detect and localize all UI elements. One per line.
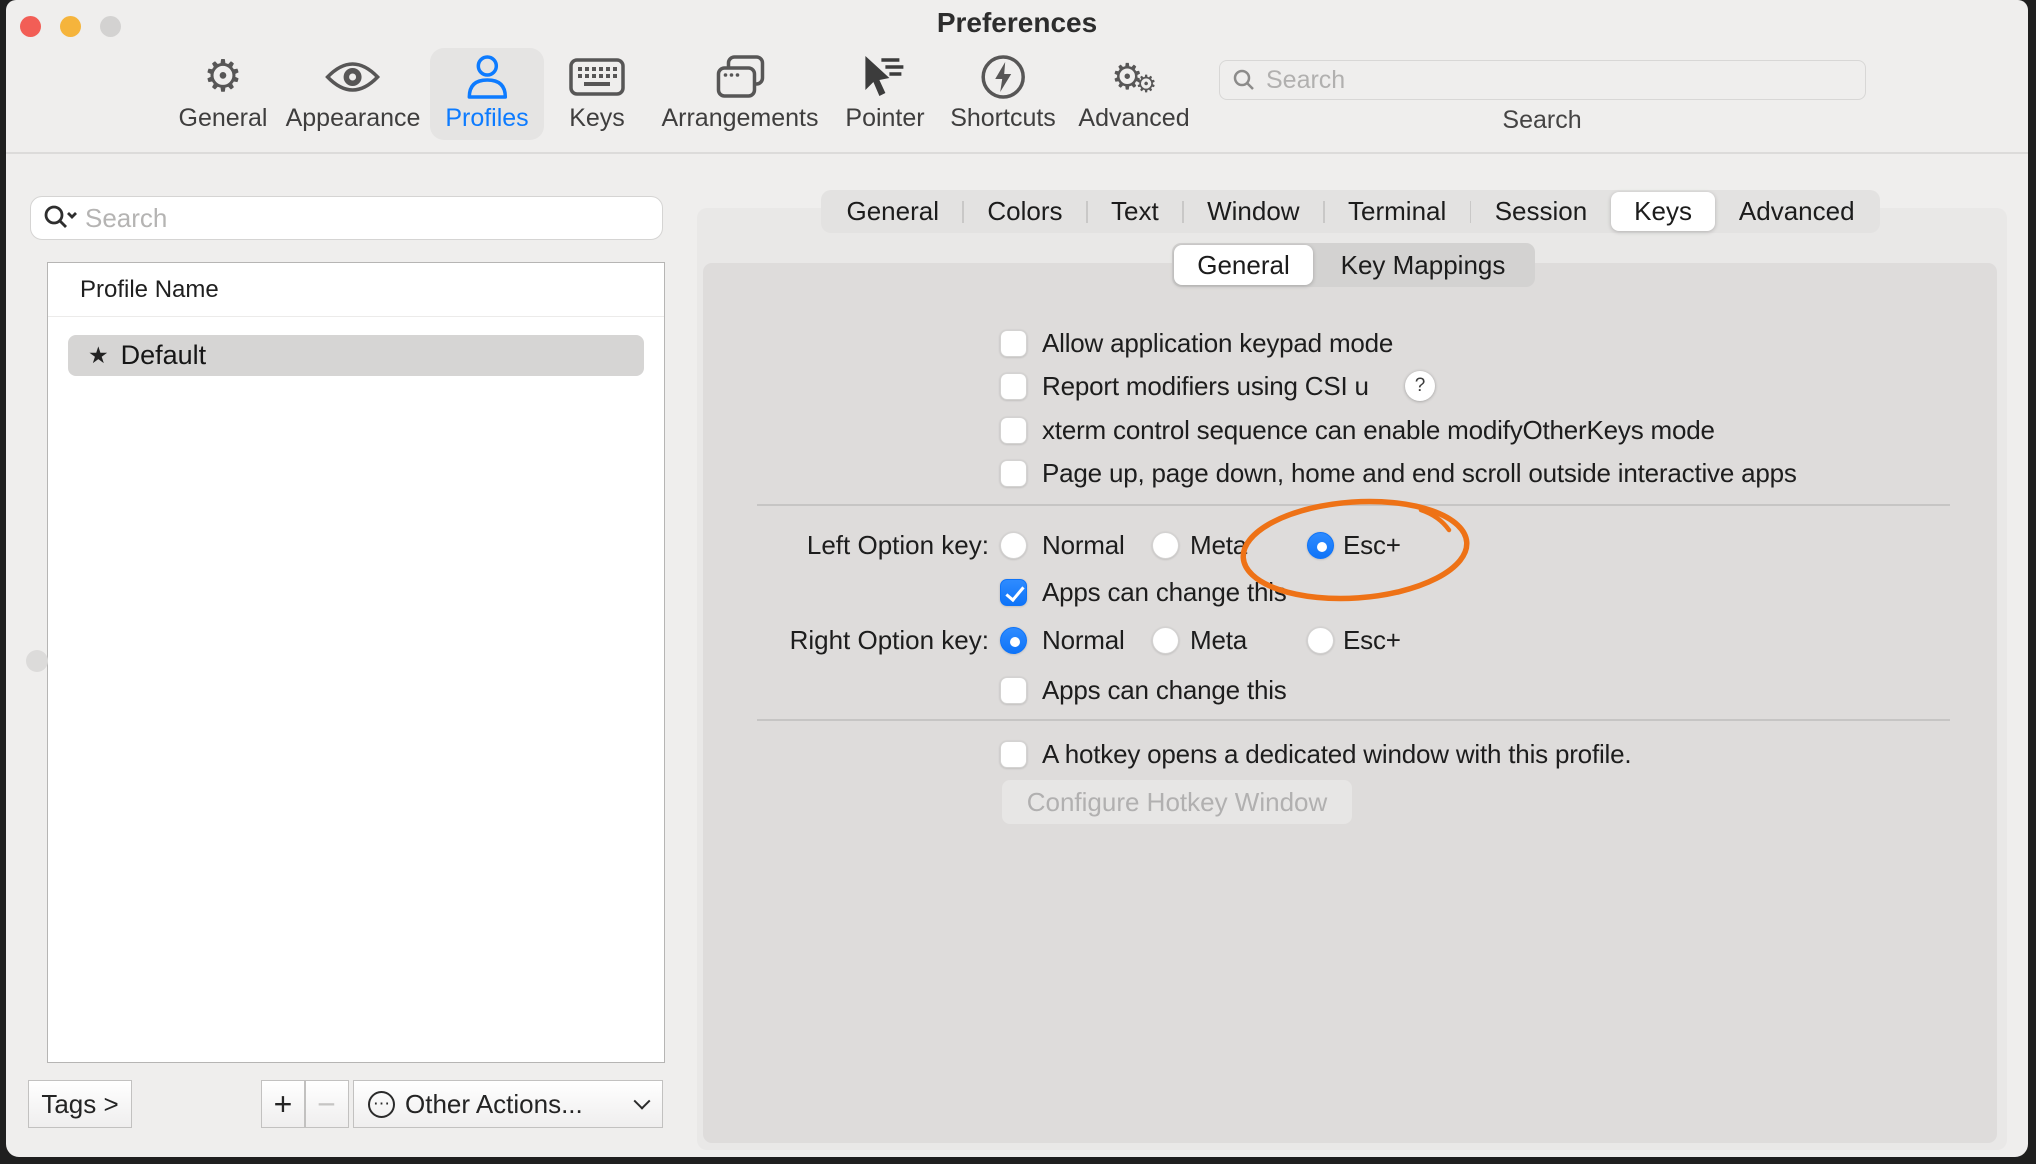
- profile-search-input[interactable]: [85, 203, 650, 234]
- divider: [757, 504, 1950, 506]
- toolbar-search-label: Search: [1502, 106, 1581, 135]
- checkbox-left-apps-change[interactable]: [1000, 579, 1027, 606]
- toolbar-item-appearance[interactable]: Appearance: [286, 50, 421, 138]
- label-modify-other-keys: xterm control sequence can enable modify…: [1042, 414, 1715, 446]
- tab-keys[interactable]: Keys: [1611, 192, 1716, 231]
- label-right-meta: Meta: [1190, 624, 1247, 656]
- keys-subtabs: General Key Mappings: [1172, 243, 1535, 287]
- radio-left-meta[interactable]: [1152, 532, 1179, 559]
- gear-icon: ⚙: [179, 50, 268, 104]
- left-option-label: Left Option key:: [706, 529, 989, 561]
- remove-profile-button[interactable]: −: [305, 1080, 349, 1128]
- search-icon: [1232, 68, 1256, 92]
- tab-advanced[interactable]: Advanced: [1715, 192, 1878, 231]
- toolbar-search[interactable]: [1219, 60, 1866, 100]
- toolbar-item-shortcuts[interactable]: Shortcuts: [950, 50, 1056, 138]
- divider: [757, 719, 1950, 721]
- checkbox-scroll-outside-apps[interactable]: [1000, 460, 1027, 487]
- profile-list: Profile Name ★ Default: [47, 262, 665, 1063]
- add-profile-button[interactable]: +: [261, 1080, 305, 1128]
- tab-terminal[interactable]: Terminal: [1325, 192, 1470, 231]
- toolbar-item-pointer[interactable]: Pointer: [845, 50, 924, 138]
- other-actions-dropdown[interactable]: ⋯ Other Actions...: [353, 1080, 663, 1128]
- tab-colors[interactable]: Colors: [964, 192, 1086, 231]
- eye-icon: [286, 50, 421, 104]
- profile-row-default[interactable]: ★ Default: [68, 335, 644, 376]
- checkbox-right-apps-change[interactable]: [1000, 677, 1027, 704]
- label-keypad-mode: Allow application keypad mode: [1042, 327, 1393, 359]
- label-right-normal: Normal: [1042, 624, 1125, 656]
- toolbar-search-input[interactable]: [1266, 66, 1853, 95]
- right-option-label: Right Option key:: [706, 624, 989, 656]
- label-left-apps-change: Apps can change this: [1042, 576, 1287, 608]
- ellipsis-circle-icon: ⋯: [368, 1091, 395, 1118]
- label-left-meta: Meta: [1190, 529, 1247, 561]
- chevron-down-icon: [634, 1093, 651, 1110]
- toolbar-item-profiles[interactable]: Profiles: [445, 50, 528, 138]
- toolbar-item-keys[interactable]: Keys: [568, 50, 626, 138]
- help-button[interactable]: ?: [1405, 371, 1435, 401]
- toolbar-item-general[interactable]: ⚙ General: [179, 50, 268, 138]
- toolbar-divider: [6, 152, 2028, 154]
- label-left-normal: Normal: [1042, 529, 1125, 561]
- checkbox-modify-other-keys[interactable]: [1000, 417, 1027, 444]
- windows-icon: [661, 50, 818, 104]
- search-filter-icon: [43, 204, 77, 232]
- toolbar-item-advanced[interactable]: ⚙⚙ Advanced: [1078, 50, 1189, 138]
- checkbox-keypad-mode[interactable]: [1000, 330, 1027, 357]
- profile-tabbar: General Colors Text Window Terminal Sess…: [821, 190, 1880, 233]
- toolbar-item-arrangements[interactable]: Arrangements: [661, 50, 818, 138]
- cursor-icon: [845, 50, 924, 104]
- label-csi-u: Report modifiers using CSI u: [1042, 370, 1369, 402]
- page-title: Preferences: [6, 7, 2028, 39]
- tab-text[interactable]: Text: [1088, 192, 1183, 231]
- profile-list-header: Profile Name: [48, 263, 664, 317]
- label-right-esc: Esc+: [1343, 624, 1401, 656]
- checkbox-hotkey-window[interactable]: [1000, 741, 1027, 768]
- profile-name: Default: [121, 340, 207, 371]
- tab-general[interactable]: General: [823, 192, 962, 231]
- radio-left-esc[interactable]: [1307, 532, 1334, 559]
- label-right-apps-change: Apps can change this: [1042, 674, 1287, 706]
- profile-search[interactable]: [30, 196, 663, 240]
- tab-window[interactable]: Window: [1184, 192, 1323, 231]
- keyboard-icon: [568, 50, 626, 104]
- splitter-handle[interactable]: [26, 650, 48, 672]
- label-scroll-outside-apps: Page up, page down, home and end scroll …: [1042, 457, 1797, 489]
- radio-right-meta[interactable]: [1152, 627, 1179, 654]
- subtab-key-mappings[interactable]: Key Mappings: [1313, 245, 1533, 285]
- person-icon: [445, 50, 528, 104]
- configure-hotkey-button[interactable]: Configure Hotkey Window: [1002, 780, 1352, 824]
- radio-left-normal[interactable]: [1000, 532, 1027, 559]
- tab-session[interactable]: Session: [1471, 192, 1610, 231]
- radio-right-esc[interactable]: [1307, 627, 1334, 654]
- gears-icon: ⚙⚙: [1078, 50, 1189, 104]
- bolt-icon: [950, 50, 1056, 104]
- label-hotkey-window: A hotkey opens a dedicated window with t…: [1042, 738, 1631, 770]
- star-icon: ★: [88, 342, 109, 369]
- checkbox-csi-u[interactable]: [1000, 373, 1027, 400]
- subtab-general[interactable]: General: [1174, 245, 1313, 285]
- preferences-window: Preferences ⚙ General Appearance Profile…: [6, 0, 2028, 1157]
- radio-right-normal[interactable]: [1000, 627, 1027, 654]
- tags-button[interactable]: Tags >: [28, 1080, 132, 1128]
- label-left-esc: Esc+: [1343, 529, 1401, 561]
